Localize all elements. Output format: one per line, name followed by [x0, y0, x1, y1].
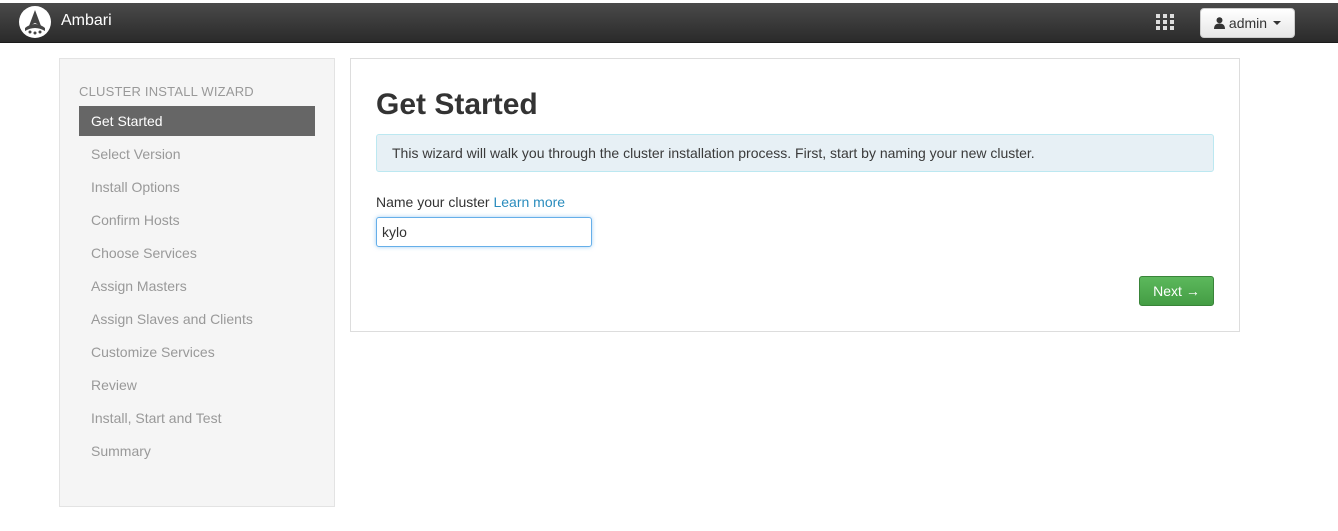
sidebar-item-customize-services[interactable]: Customize Services — [79, 337, 315, 367]
top-navbar: Ambari admin — [0, 3, 1338, 43]
brand-name[interactable]: Ambari — [61, 12, 112, 30]
wizard-sidebar: CLUSTER INSTALL WIZARD Get Started Selec… — [59, 58, 335, 507]
sidebar-item-select-version[interactable]: Select Version — [79, 139, 315, 169]
sidebar-item-choose-services[interactable]: Choose Services — [79, 238, 315, 268]
sidebar-item-assign-slaves-clients[interactable]: Assign Slaves and Clients — [79, 304, 315, 334]
learn-more-link[interactable]: Learn more — [493, 194, 565, 210]
sidebar-item-assign-masters[interactable]: Assign Masters — [79, 271, 315, 301]
user-name-label: admin — [1228, 15, 1268, 31]
caret-down-icon — [1273, 21, 1282, 25]
sidebar-item-install-options[interactable]: Install Options — [79, 172, 315, 202]
wizard-step-panel: Get Started This wizard will walk you th… — [350, 58, 1240, 332]
cluster-name-label-text: Name your cluster — [376, 194, 490, 210]
cluster-name-label: Name your cluster Learn more — [376, 194, 565, 210]
sidebar-heading: CLUSTER INSTALL WIZARD — [79, 84, 254, 99]
user-menu-button[interactable]: admin — [1200, 8, 1295, 38]
sidebar-item-install-start-test[interactable]: Install, Start and Test — [79, 403, 315, 433]
ambari-logo-icon[interactable] — [19, 6, 51, 38]
sidebar-item-review[interactable]: Review — [79, 370, 315, 400]
info-alert: This wizard will walk you through the cl… — [376, 134, 1214, 172]
next-button[interactable]: Next → — [1139, 276, 1214, 306]
user-icon — [1213, 17, 1225, 29]
sidebar-item-get-started[interactable]: Get Started — [79, 106, 315, 136]
sidebar-item-confirm-hosts[interactable]: Confirm Hosts — [79, 205, 315, 235]
grid-icon[interactable] — [1156, 14, 1174, 30]
page-title: Get Started — [376, 88, 538, 121]
cluster-name-input[interactable] — [376, 217, 592, 247]
sidebar-item-summary[interactable]: Summary — [79, 436, 315, 466]
